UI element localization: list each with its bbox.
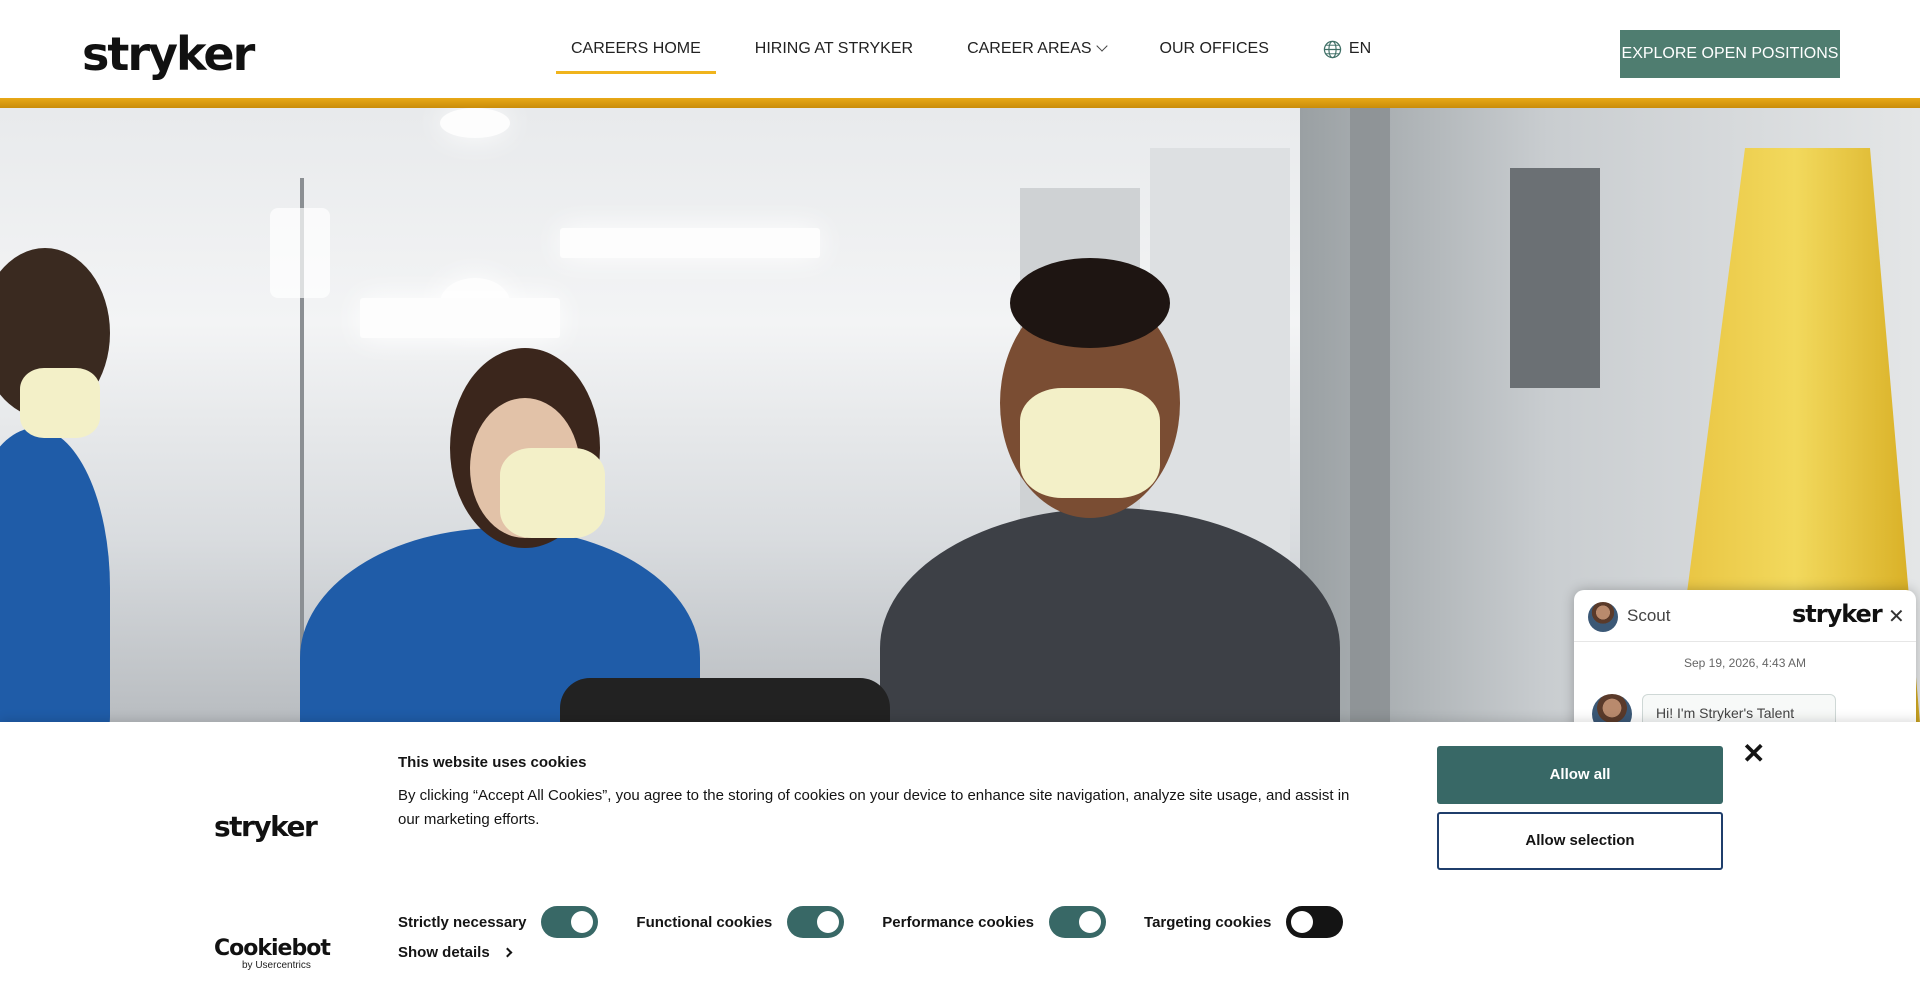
- performance-cookies-toggle[interactable]: [1049, 906, 1107, 938]
- nav-careers-home-label: CAREERS HOME: [571, 40, 701, 57]
- cookiebot-logo[interactable]: Cookiebot by Usercentrics: [214, 936, 331, 972]
- cookiebot-brand: Cookiebot: [214, 936, 331, 961]
- nav-our-offices[interactable]: OUR OFFICES: [1145, 30, 1284, 68]
- cookie-banner: stryker Cookiebot by Usercentrics This w…: [0, 722, 1920, 993]
- toggle-label-performance: Performance cookies: [882, 913, 1035, 931]
- toggle-label-strictly-necessary: Strictly necessary: [398, 913, 527, 931]
- chevron-right-icon: [502, 947, 513, 958]
- nav-our-offices-label: OUR OFFICES: [1159, 40, 1269, 57]
- nav-career-areas-label: CAREER AREAS: [967, 40, 1092, 57]
- cookie-close-icon[interactable]: ✕: [1742, 740, 1765, 768]
- chat-timestamp: Sep 19, 2026, 4:43 AM: [1683, 656, 1807, 670]
- chevron-down-icon: [1095, 40, 1108, 52]
- nav-career-areas[interactable]: CAREER AREAS: [952, 30, 1120, 68]
- cookie-title: This website uses cookies: [398, 754, 587, 771]
- chat-close-icon[interactable]: ✕: [1888, 604, 1905, 629]
- chat-stryker-logo: stryker: [1792, 600, 1883, 628]
- chat-bot-avatar: [1588, 602, 1618, 632]
- main-nav: CAREERS HOME HIRING AT STRYKER CAREER AR…: [556, 0, 1410, 98]
- language-label: EN: [1348, 40, 1372, 57]
- functional-cookies-toggle[interactable]: [787, 906, 845, 938]
- accent-bar: [0, 98, 1920, 108]
- language-selector[interactable]: EN: [1308, 30, 1386, 68]
- site-header: stryker CAREERS HOME HIRING AT STRYKER C…: [0, 0, 1920, 98]
- show-details-link[interactable]: Show details: [398, 944, 513, 961]
- allow-selection-button[interactable]: Allow selection: [1437, 812, 1723, 870]
- nav-hiring-label: HIRING AT STRYKER: [754, 40, 914, 57]
- cookiebot-sub: by Usercentrics: [242, 960, 311, 971]
- stryker-logo[interactable]: stryker: [82, 30, 255, 78]
- show-details-label: Show details: [398, 944, 490, 961]
- globe-icon: [1323, 40, 1342, 58]
- nav-hiring-at-stryker[interactable]: HIRING AT STRYKER: [740, 30, 928, 68]
- nav-careers-home[interactable]: CAREERS HOME: [556, 30, 716, 74]
- strictly-necessary-toggle[interactable]: [541, 906, 599, 938]
- cookie-description: By clicking “Accept All Cookies”, you ag…: [398, 787, 1350, 828]
- toggle-label-functional: Functional cookies: [636, 913, 773, 931]
- chat-bot-name: Scout: [1627, 606, 1671, 625]
- chat-header: Scout stryker ✕: [1574, 590, 1916, 642]
- allow-all-button[interactable]: Allow all: [1437, 746, 1723, 804]
- cookie-toggles: Strictly necessary Functional cookies Pe…: [398, 906, 1381, 938]
- toggle-label-targeting: Targeting cookies: [1144, 913, 1272, 931]
- targeting-cookies-toggle[interactable]: [1286, 906, 1344, 938]
- explore-open-positions-button[interactable]: EXPLORE OPEN POSITIONS: [1620, 30, 1840, 78]
- cookie-stryker-logo: stryker: [214, 810, 318, 843]
